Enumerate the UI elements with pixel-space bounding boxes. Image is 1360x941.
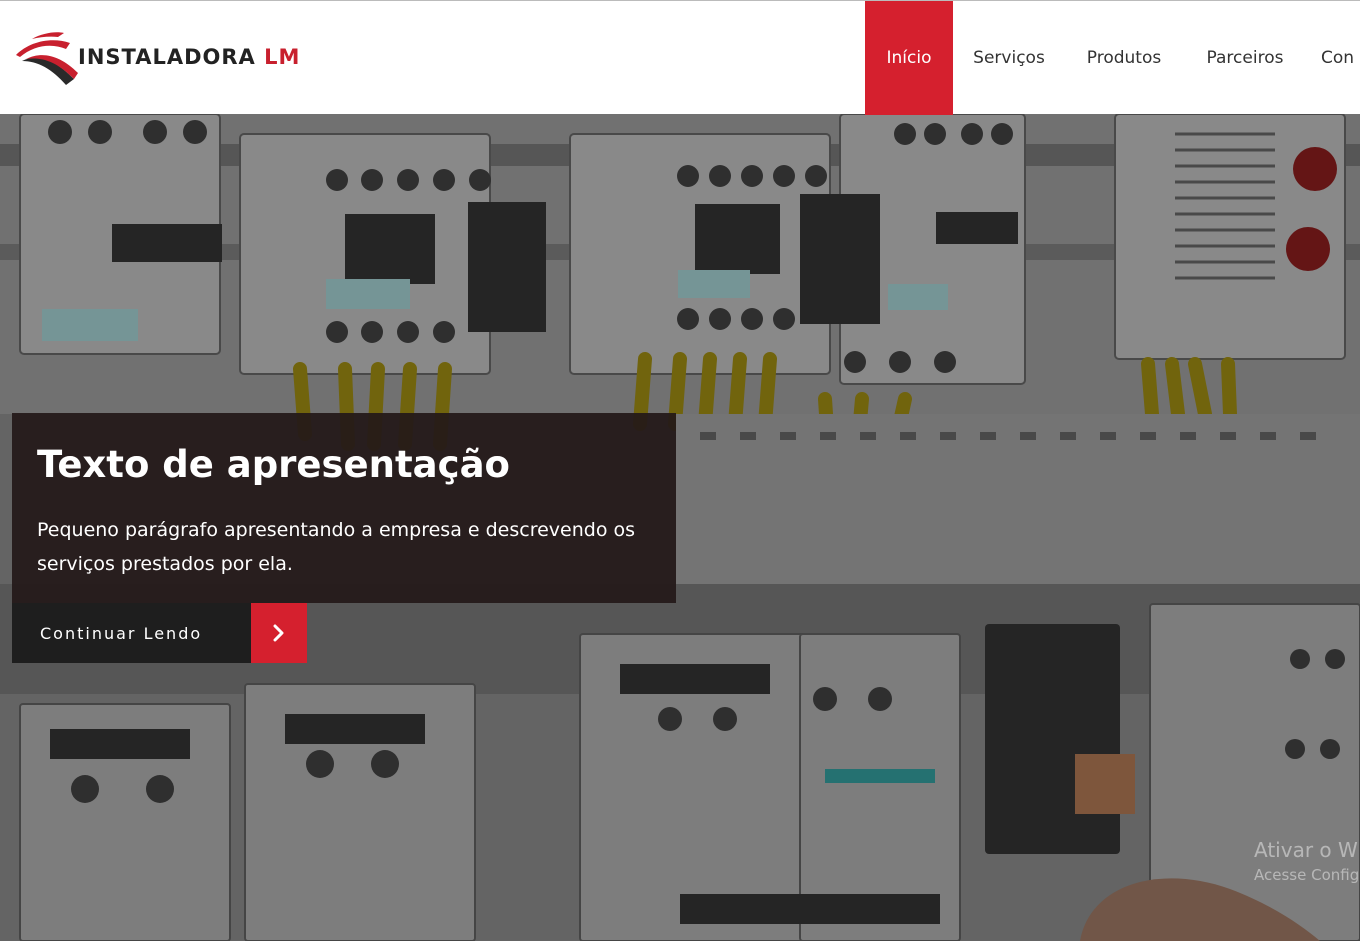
site-header: INSTALADORA LM Início Serviços Produtos … <box>0 0 1360 115</box>
nav-item-servicos[interactable]: Serviços <box>953 1 1065 115</box>
nav-item-inicio[interactable]: Início <box>865 1 953 115</box>
activation-watermark: Ativar o W Acesse Config <box>1254 838 1359 884</box>
chevron-right-icon[interactable] <box>251 603 307 663</box>
brand-logo[interactable]: INSTALADORA LM <box>12 29 299 89</box>
nav-item-contato[interactable]: Con <box>1307 1 1360 115</box>
watermark-line1: Ativar o W <box>1254 838 1358 862</box>
chevron-right-icon-glyph <box>273 624 284 642</box>
hero-paragraph: Pequeno parágrafo apresentando a empresa… <box>37 519 636 575</box>
continue-reading-button[interactable]: Continuar Lendo <box>12 603 307 663</box>
nav-item-parceiros[interactable]: Parceiros <box>1183 1 1307 115</box>
hero-title: Texto de apresentação <box>37 443 510 486</box>
nav-item-produtos[interactable]: Produtos <box>1065 1 1183 115</box>
watermark-line2: Acesse Config <box>1254 866 1360 884</box>
main-nav: Início Serviços Produtos Parceiros Con <box>865 1 1360 115</box>
intro-box: Texto de apresentação Pequeno parágrafo … <box>12 413 676 603</box>
continue-reading-label[interactable]: Continuar Lendo <box>12 603 251 663</box>
swoosh-logo-icon <box>16 32 78 85</box>
brand-name-text: INSTALADORA <box>78 45 256 69</box>
brand-suffix: LM <box>264 45 301 69</box>
brand-name: INSTALADORA LM <box>78 45 300 69</box>
